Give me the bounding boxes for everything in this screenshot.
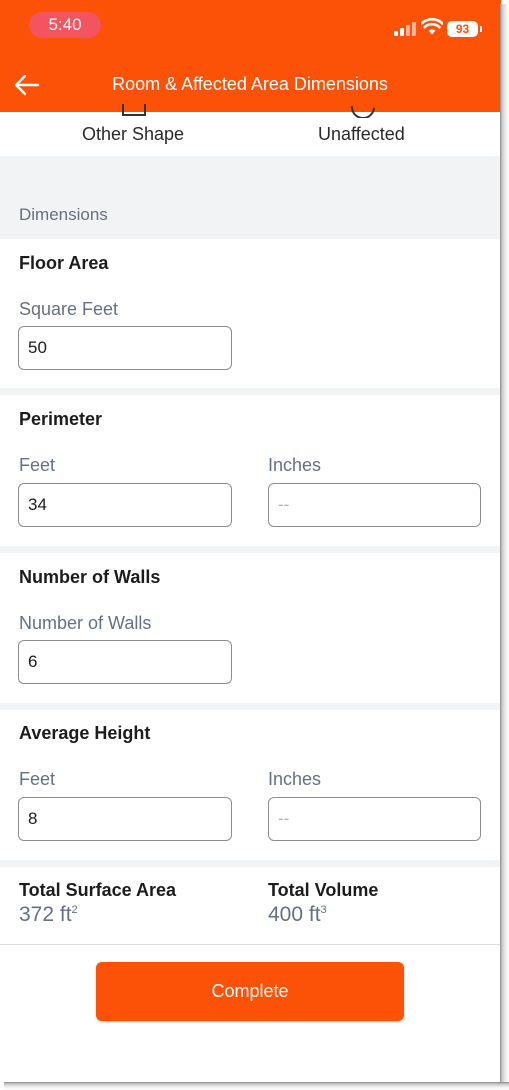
- back-arrow-icon[interactable]: [12, 70, 42, 100]
- cellular-signal-icon: [394, 21, 416, 36]
- perimeter-feet-label: Feet: [19, 455, 56, 475]
- walls-input[interactable]: 6: [18, 640, 232, 684]
- floor-area-title: Floor Area: [19, 253, 109, 273]
- complete-button[interactable]: Complete: [96, 962, 404, 1021]
- section-divider: [0, 546, 501, 553]
- page-title: Room & Affected Area Dimensions: [112, 74, 388, 94]
- dimensions-caption: Dimensions: [19, 205, 108, 224]
- height-feet-label: Feet: [19, 769, 56, 789]
- total-surface-area-label: Total Surface Area: [19, 880, 177, 900]
- walls-title: Number of Walls: [19, 567, 161, 587]
- total-surface-area-value: 372 ft2: [19, 903, 78, 926]
- app-screen: 5:40 93 Room & Affected Area Dimensions …: [0, 0, 501, 1082]
- section-divider: [0, 860, 501, 867]
- battery-icon: 93: [447, 21, 482, 37]
- section-divider: [0, 703, 501, 710]
- height-inches-input[interactable]: --: [268, 797, 481, 841]
- total-volume-value: 400 ft3: [268, 903, 327, 926]
- unaffected-icon: [350, 105, 375, 118]
- square-feet-input[interactable]: 50: [18, 326, 232, 370]
- section-divider: [0, 388, 501, 395]
- square-feet-label: Square Feet: [19, 299, 119, 319]
- window-shadow: [500, 4, 509, 1090]
- height-feet-input[interactable]: 8: [18, 797, 232, 841]
- shape-options-row: [0, 112, 501, 156]
- footer-divider: [0, 944, 501, 945]
- shape-option-other[interactable]: Other Shape: [82, 124, 184, 145]
- perimeter-inches-input[interactable]: --: [268, 483, 481, 527]
- dimensions-section-header: [0, 156, 501, 239]
- other-shape-icon: [122, 104, 146, 116]
- app-header: 5:40 93 Room & Affected Area Dimensions: [0, 0, 501, 112]
- height-title: Average Height: [19, 723, 151, 743]
- window-shadow: [4, 1082, 509, 1090]
- total-volume-label: Total Volume: [268, 880, 379, 900]
- perimeter-feet-input[interactable]: 34: [18, 483, 232, 527]
- shape-option-unaffected[interactable]: Unaffected: [318, 124, 405, 145]
- height-inches-label: Inches: [268, 769, 322, 789]
- wifi-icon: [421, 18, 443, 35]
- perimeter-title: Perimeter: [19, 409, 103, 429]
- walls-label: Number of Walls: [19, 613, 152, 633]
- status-time: 5:40: [29, 12, 101, 38]
- perimeter-inches-label: Inches: [268, 455, 322, 475]
